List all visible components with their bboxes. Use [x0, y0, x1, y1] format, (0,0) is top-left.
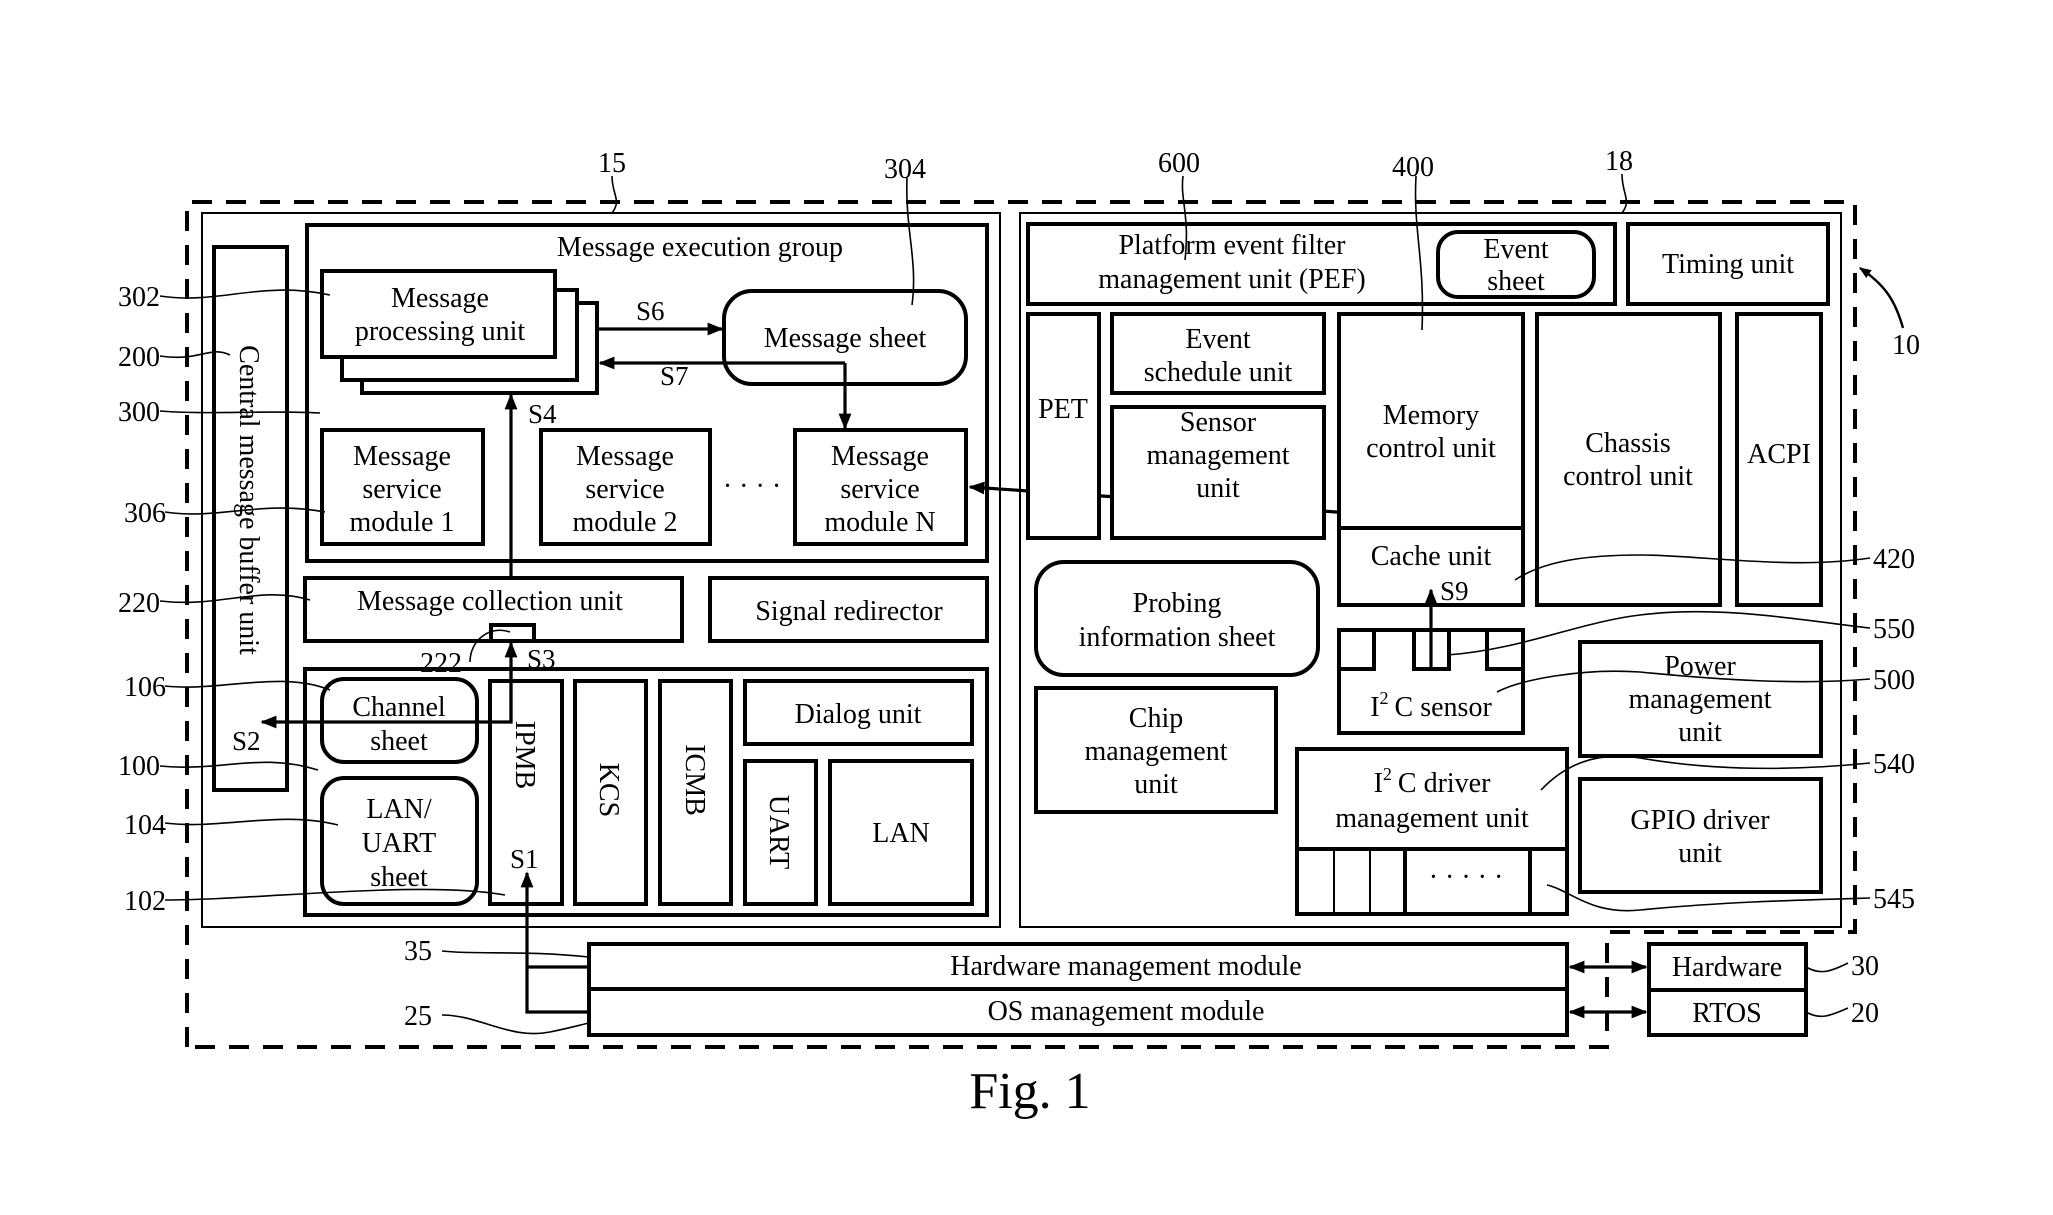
- pet-unit: [1026, 312, 1101, 540]
- signal-redirector-label: Signal redirector: [755, 596, 943, 627]
- power-mgmt-label-3: unit: [1678, 717, 1722, 748]
- figure-caption: Fig. 1: [969, 1063, 1090, 1120]
- ref-104: 104: [124, 810, 166, 841]
- sensor-mgmt-label-2: management: [1146, 440, 1289, 471]
- hardware-label: Hardware: [1672, 952, 1782, 983]
- signal-s2-label: S2: [232, 726, 261, 756]
- pef-label-2: management unit (PEF): [1098, 264, 1366, 295]
- msm-ellipsis: · · · ·: [723, 471, 781, 502]
- msmN-label-1: Message: [831, 441, 929, 472]
- sensor-mgmt-label-1: Sensor: [1180, 407, 1257, 438]
- lan-uart-sheet-label-2: UART: [362, 828, 437, 859]
- signal-s3-label: S3: [527, 644, 556, 674]
- cache-unit-label: Cache unit: [1371, 541, 1492, 572]
- event-sheet-label-1: Event: [1483, 234, 1549, 265]
- chassis-label-2: control unit: [1563, 461, 1693, 492]
- i2c-sensor-pin-1: [1337, 628, 1376, 671]
- msm2-label-3: module 2: [573, 507, 678, 538]
- ref-35: 35: [404, 936, 432, 967]
- timing-unit-label: Timing unit: [1662, 249, 1794, 280]
- icmb-label: ICMB: [679, 744, 710, 816]
- ref-550: 550: [1873, 614, 1915, 645]
- event-sheet-label-2: sheet: [1487, 266, 1545, 297]
- kcs-label: KCS: [593, 763, 624, 817]
- message-processing-unit-label-1: Message: [391, 283, 489, 314]
- message-execution-group-label: Message execution group: [557, 232, 843, 263]
- event-schedule-label-2: schedule unit: [1144, 357, 1293, 388]
- msm2-label-2: service: [585, 474, 664, 505]
- signal-s6-label: S6: [636, 296, 665, 326]
- chip-mgmt-label-3: unit: [1134, 769, 1178, 800]
- sensor-mgmt-label-3: unit: [1196, 473, 1240, 504]
- message-sheet-label: Message sheet: [764, 323, 927, 354]
- lan-uart-sheet-label-1: LAN/: [366, 794, 432, 825]
- lan-uart-sheet-label-3: sheet: [370, 862, 428, 893]
- pet-label: PET: [1038, 394, 1088, 425]
- os-management-module-label: OS management module: [988, 996, 1265, 1027]
- ref-30: 30: [1851, 951, 1879, 982]
- msm2-label-1: Message: [576, 441, 674, 472]
- lan-label: LAN: [872, 818, 930, 849]
- ref-100: 100: [118, 751, 160, 782]
- ref-600: 600: [1158, 148, 1200, 179]
- gpio-label-2: unit: [1678, 838, 1722, 869]
- ref-220: 220: [118, 588, 160, 619]
- signal-s9-label: S9: [1440, 576, 1469, 606]
- ref-302: 302: [118, 282, 160, 313]
- ref-102: 102: [124, 886, 166, 917]
- ref-18: 18: [1605, 146, 1633, 177]
- ref-25: 25: [404, 1001, 432, 1032]
- hardware-management-module-label: Hardware management module: [950, 951, 1301, 982]
- memory-control-label-2: control unit: [1366, 433, 1496, 464]
- msmN-label-2: service: [840, 474, 919, 505]
- ref-540: 540: [1873, 749, 1915, 780]
- msmN-label-3: module N: [824, 507, 935, 538]
- chassis-label-1: Chassis: [1585, 428, 1671, 459]
- system-block-diagram: Central message buffer unit Message exec…: [118, 146, 1920, 1120]
- system-pointer-arrow: [1859, 267, 1905, 329]
- ref-106: 106: [124, 672, 166, 703]
- signal-s1-label: S1: [510, 844, 539, 874]
- chip-mgmt-label-1: Chip: [1129, 703, 1183, 734]
- ref-500: 500: [1873, 665, 1915, 696]
- chip-mgmt-label-2: management: [1084, 736, 1227, 767]
- ref-200: 200: [118, 342, 160, 373]
- ref-222: 222: [420, 648, 462, 679]
- collection-port-222: [489, 623, 536, 643]
- memory-control-label-1: Memory: [1383, 400, 1479, 431]
- rtos-label: RTOS: [1692, 998, 1761, 1029]
- ipmb-label: IPMB: [509, 721, 540, 789]
- acpi-label: ACPI: [1747, 439, 1811, 470]
- pef-label-1: Platform event filter: [1118, 230, 1346, 261]
- probing-label-2: information sheet: [1079, 622, 1276, 653]
- ref-304: 304: [884, 154, 926, 185]
- ref-15: 15: [598, 148, 626, 179]
- ref-10: 10: [1892, 330, 1920, 361]
- ref-306: 306: [124, 498, 166, 529]
- ref-545: 545: [1873, 884, 1915, 915]
- ref-400: 400: [1392, 152, 1434, 183]
- channel-sheet-label-2: sheet: [370, 726, 428, 757]
- channel-sheet-label-1: Channel: [352, 692, 446, 723]
- ref-300: 300: [118, 397, 160, 428]
- event-schedule-label-1: Event: [1185, 324, 1251, 355]
- probing-label-1: Probing: [1133, 588, 1222, 619]
- gpio-label-1: GPIO driver: [1630, 805, 1770, 836]
- signal-s7-label: S7: [660, 361, 689, 391]
- msm1-label-2: service: [362, 474, 441, 505]
- i2c-channel-ellipsis: · · · · ·: [1429, 862, 1504, 893]
- message-collection-unit-label: Message collection unit: [357, 586, 623, 617]
- dialog-unit-label: Dialog unit: [795, 699, 922, 730]
- signal-s4-label: S4: [528, 399, 557, 429]
- power-mgmt-label-2: management: [1628, 684, 1771, 715]
- uart-label: UART: [763, 795, 794, 870]
- msm1-label-3: module 1: [350, 507, 455, 538]
- msm1-label-1: Message: [353, 441, 451, 472]
- i2c-driver-label-2: management unit: [1335, 803, 1529, 834]
- ref-20: 20: [1851, 998, 1879, 1029]
- ref-420: 420: [1873, 544, 1915, 575]
- central-message-buffer-label: Central message buffer unit: [233, 345, 264, 655]
- message-processing-unit-label-2: processing unit: [355, 316, 526, 347]
